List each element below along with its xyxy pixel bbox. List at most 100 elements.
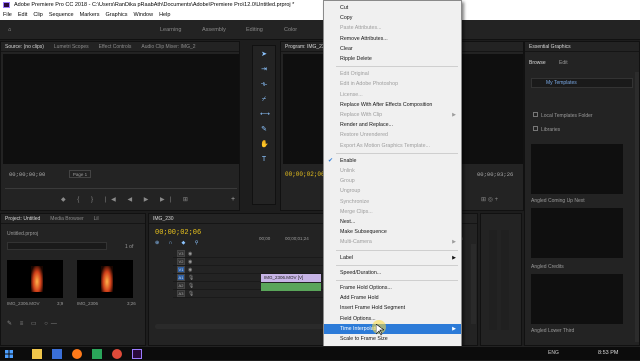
template-thumb-3[interactable] xyxy=(531,274,623,324)
tab-program[interactable]: Program: IMG_230 xyxy=(285,42,328,51)
page-select[interactable]: Page 1 xyxy=(69,170,91,178)
premiere-taskbar-icon[interactable] xyxy=(132,349,142,359)
menu-item-synchronize: Synchronize xyxy=(324,197,461,207)
track-select-icon[interactable]: ⇥ xyxy=(260,66,268,74)
video-clip[interactable]: IMG_2306.MOV [V] xyxy=(261,274,321,282)
source-timecode[interactable]: 00;00;00;00 xyxy=(9,171,45,178)
track-label-v2[interactable]: V2 xyxy=(177,258,185,265)
track-label-v1[interactable]: V1 xyxy=(177,266,185,273)
menu-item-make-subsequence[interactable]: Make Subsequence xyxy=(324,227,461,237)
menu-item-field-options[interactable]: Field Options... xyxy=(324,314,461,324)
program-timecode[interactable]: 00;00;02;06 xyxy=(285,171,325,178)
browser-icon[interactable] xyxy=(52,349,62,359)
menu-markers[interactable]: Markers xyxy=(80,10,100,20)
hand-icon[interactable]: ✋ xyxy=(260,141,269,149)
menu-item-render-and-replace[interactable]: Render and Replace... xyxy=(324,120,461,130)
essential-graphics-title[interactable]: Essential Graphics xyxy=(529,42,571,51)
menu-file[interactable]: File xyxy=(3,10,12,20)
tab-sequence[interactable]: IMG_230 xyxy=(153,214,174,223)
menu-item-clear[interactable]: Clear xyxy=(324,44,461,54)
timeline-tool-icons[interactable]: ⊕ ∩ ◆ ⚲ xyxy=(155,240,202,246)
eye-icon[interactable]: ◉ xyxy=(188,259,192,265)
timeline-timecode[interactable]: 00;00;02;06 xyxy=(155,229,201,237)
menu-item-speed-duration[interactable]: Speed/Duration... xyxy=(324,268,461,278)
workspace-assembly[interactable]: Assembly xyxy=(202,27,226,33)
track-label-a1[interactable]: A1 xyxy=(177,274,185,281)
language-indicator[interactable]: ENG xyxy=(548,350,559,356)
ripple-edit-icon[interactable]: ⟛ xyxy=(260,81,268,89)
source-transport-controls[interactable]: ◆ { } |◀ ◀ ▶ ▶| ⊞ xyxy=(61,196,193,203)
template-thumb-1[interactable] xyxy=(531,144,623,194)
selection-icon[interactable]: ➤ xyxy=(260,51,268,59)
clock[interactable]: 8:53 PM xyxy=(598,350,618,356)
menu-item-scale-to-frame-size[interactable]: Scale to Frame Size xyxy=(324,334,461,344)
track-label-v3[interactable]: V3 xyxy=(177,250,185,257)
menu-item-enable[interactable]: Enable ✔ xyxy=(324,156,461,166)
slip-icon[interactable]: ⟷ xyxy=(260,111,270,119)
menu-item-add-frame-hold[interactable]: Add Frame Hold xyxy=(324,293,461,303)
local-templates-checkbox[interactable] xyxy=(533,112,538,117)
tab-effect-controls[interactable]: Effect Controls xyxy=(99,42,132,51)
tab-lumetri-scopes[interactable]: Lumetri Scopes xyxy=(54,42,89,51)
menu-item-nest[interactable]: Nest... xyxy=(324,217,461,227)
menu-item-time-interpolation[interactable]: Time Interpolation ▶ xyxy=(324,323,461,334)
windows-start-icon[interactable] xyxy=(4,349,14,359)
libraries-checkbox[interactable] xyxy=(533,126,538,131)
type-icon[interactable]: T xyxy=(260,156,268,164)
menu-sequence[interactable]: Sequence xyxy=(49,10,74,20)
essential-scrollbar[interactable] xyxy=(635,72,639,342)
libraries-option[interactable]: Libraries xyxy=(533,126,560,133)
program-extra-controls[interactable]: ⊞ ◎ + xyxy=(481,196,498,203)
menu-item-remove-attributes[interactable]: Remove Attributes... xyxy=(324,34,461,44)
menu-edit[interactable]: Edit xyxy=(18,10,27,20)
mic-icon[interactable]: 🎙 xyxy=(188,283,194,289)
audio-clip[interactable] xyxy=(261,283,321,291)
mic-icon[interactable]: 🎙 xyxy=(188,275,194,281)
app-icon[interactable] xyxy=(92,349,102,359)
pen-icon[interactable]: ✎ xyxy=(260,126,268,134)
razor-icon[interactable]: ⌿ xyxy=(260,96,268,104)
workspace-editing[interactable]: Editing xyxy=(246,27,263,33)
menu-item-label[interactable]: Label ▶ xyxy=(324,253,461,263)
source-ruler[interactable] xyxy=(5,184,237,189)
clip-thumbnail-2[interactable] xyxy=(77,260,133,298)
firefox-icon[interactable] xyxy=(72,349,82,359)
chrome-icon[interactable] xyxy=(112,349,122,359)
template-thumb-2[interactable] xyxy=(531,208,623,258)
project-search-input[interactable] xyxy=(7,242,107,250)
tab-audio-clip-mixer[interactable]: Audio Clip Mixer: IMG_2 xyxy=(141,42,195,51)
project-footer-icons[interactable]: ✎ ≡ ▭ ○— xyxy=(7,320,60,327)
eye-icon[interactable]: ◉ xyxy=(188,251,192,257)
tab-edit[interactable]: Edit xyxy=(559,60,568,66)
tab-browse[interactable]: Browse xyxy=(529,60,546,66)
local-templates-option[interactable]: Local Templates Folder xyxy=(533,112,593,119)
track-label-a2[interactable]: A2 xyxy=(177,282,185,289)
menu-item-label: Group xyxy=(340,178,355,185)
workspace-color[interactable]: Color xyxy=(284,27,297,33)
menu-item-cut[interactable]: Cut xyxy=(324,3,461,13)
add-button-icon[interactable]: + xyxy=(231,196,235,203)
tab-media-browser[interactable]: Media Browser xyxy=(50,214,83,223)
menu-help[interactable]: Help xyxy=(159,10,170,20)
mic-icon[interactable]: 🎙 xyxy=(188,291,194,297)
tab-project[interactable]: Project: Untitled xyxy=(5,214,40,223)
tab-source[interactable]: Source: (no clips) xyxy=(5,42,44,51)
menu-graphics[interactable]: Graphics xyxy=(106,10,128,20)
my-templates-section[interactable]: My Templates xyxy=(531,78,633,88)
timeline-vertical-scrollbar[interactable] xyxy=(471,244,476,324)
menu-item-copy[interactable]: Copy xyxy=(324,13,461,23)
eye-icon[interactable]: ◉ xyxy=(188,267,192,273)
fire-image xyxy=(101,266,113,292)
menu-item-insert-frame-hold-segment[interactable]: Insert Frame Hold Segment xyxy=(324,303,461,313)
menu-item-replace-with-after-effects-composition[interactable]: Replace With After Effects Composition xyxy=(324,100,461,110)
track-label-a3[interactable]: A3 xyxy=(177,290,185,297)
workspace-learning[interactable]: Learning xyxy=(160,27,181,33)
clip-thumbnail-1[interactable] xyxy=(7,260,63,298)
tab-libraries[interactable]: Lil xyxy=(94,214,99,223)
menu-item-ripple-delete[interactable]: Ripple Delete xyxy=(324,54,461,64)
home-icon[interactable]: ⌂ xyxy=(8,27,11,33)
menu-window[interactable]: Window xyxy=(134,10,154,20)
file-explorer-icon[interactable] xyxy=(32,349,42,359)
menu-item-frame-hold-options[interactable]: Frame Hold Options... xyxy=(324,283,461,293)
menu-clip[interactable]: Clip xyxy=(33,10,42,20)
